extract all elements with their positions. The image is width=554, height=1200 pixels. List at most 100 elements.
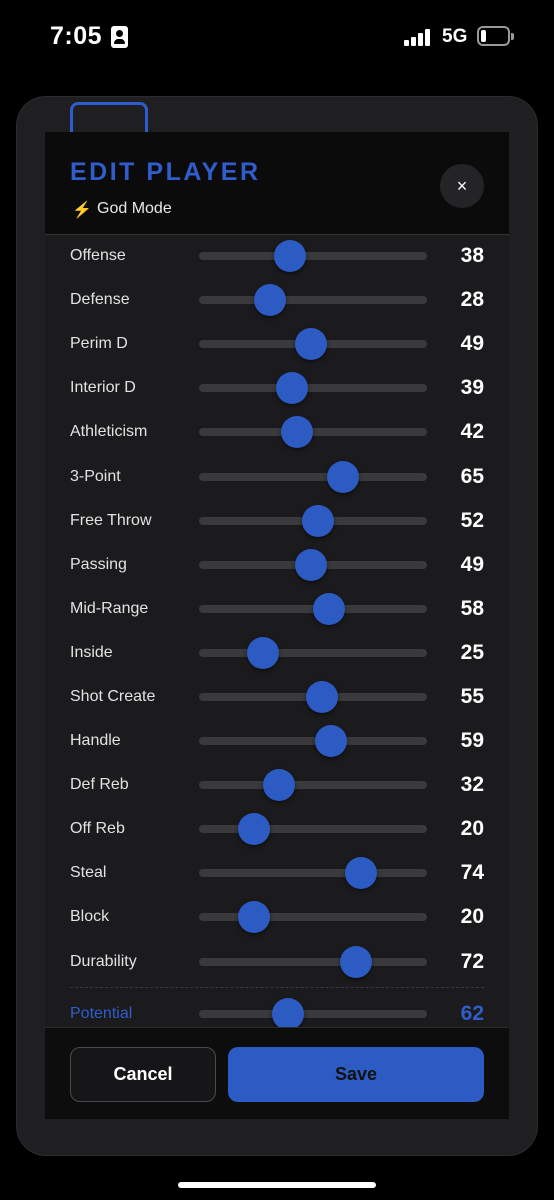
slider-thumb[interactable]: [237, 813, 270, 846]
slider-thumb[interactable]: [312, 592, 345, 625]
lightning-bolt-icon: ⚡: [72, 202, 92, 219]
attribute-slider[interactable]: [199, 997, 427, 1030]
attribute-value: 62: [460, 1001, 484, 1025]
attribute-value: 38: [460, 244, 484, 268]
attribute-slider[interactable]: [199, 901, 427, 934]
slider-thumb[interactable]: [271, 997, 304, 1030]
attribute-value: 72: [460, 949, 484, 973]
attribute-value: 39: [460, 376, 484, 400]
attribute-label: Defense: [70, 291, 130, 309]
attribute-slider[interactable]: [199, 284, 427, 317]
slider-thumb[interactable]: [294, 548, 327, 581]
slider-thumb[interactable]: [281, 416, 314, 449]
attribute-slider[interactable]: [199, 372, 427, 405]
cellular-signal-icon: [404, 28, 436, 46]
attribute-slider[interactable]: [199, 240, 427, 273]
attribute-value: 49: [460, 552, 484, 576]
attribute-value: 59: [460, 729, 484, 753]
attribute-label: Inside: [70, 643, 113, 661]
attribute-label: Block: [70, 908, 110, 926]
attribute-slider[interactable]: [199, 416, 427, 449]
slider-thumb[interactable]: [262, 769, 295, 802]
attribute-row-passing: Passing 49: [45, 543, 509, 587]
edit-player-modal: EDIT PLAYER ⚡ God Mode × Offense 38 Defens…: [45, 132, 509, 1119]
slider-thumb[interactable]: [276, 372, 309, 405]
attribute-row-athleticism: Athleticism 42: [45, 410, 509, 454]
attribute-slider[interactable]: [199, 592, 427, 625]
attribute-slider[interactable]: [199, 945, 427, 978]
attribute-value: 25: [460, 640, 484, 664]
attribute-row-offense: Offense 38: [45, 234, 509, 278]
attribute-value: 28: [460, 288, 484, 312]
attribute-value: 49: [460, 332, 484, 356]
network-type: 5G: [442, 26, 468, 47]
attribute-slider[interactable]: [199, 813, 427, 846]
attribute-row-def-reb: Def Reb 32: [45, 763, 509, 807]
attribute-slider[interactable]: [199, 636, 427, 669]
attribute-row-block: Block 20: [45, 895, 509, 939]
attribute-row-inside: Inside 25: [45, 631, 509, 675]
attribute-label: Def Reb: [70, 776, 129, 794]
attribute-value: 58: [460, 596, 484, 620]
close-button[interactable]: ×: [440, 164, 484, 208]
attribute-value: 55: [460, 684, 484, 708]
attribute-slider[interactable]: [199, 857, 427, 890]
attribute-row-handle: Handle 59: [45, 719, 509, 763]
attribute-label: Free Throw: [70, 511, 152, 529]
contact-card-icon: [111, 26, 128, 48]
slider-thumb[interactable]: [306, 680, 339, 713]
attribute-row-durability: Durability 72: [45, 940, 509, 984]
modal-footer: Cancel Save: [45, 1027, 509, 1119]
slider-thumb[interactable]: [315, 725, 348, 758]
slider-thumb[interactable]: [301, 504, 334, 537]
attribute-value: 65: [460, 464, 484, 488]
attribute-row-defense: Defense 28: [45, 278, 509, 322]
slider-thumb[interactable]: [246, 636, 279, 669]
attribute-label: Interior D: [70, 379, 136, 397]
mode-label: God Mode: [97, 200, 172, 217]
attribute-value: 42: [460, 420, 484, 444]
modal-header: EDIT PLAYER ⚡ God Mode ×: [45, 132, 509, 235]
slider-thumb[interactable]: [344, 857, 377, 890]
slider-thumb[interactable]: [326, 460, 359, 493]
attribute-row-3-point: 3-Point 65: [45, 454, 509, 498]
slider-thumb[interactable]: [253, 284, 286, 317]
attribute-row-steal: Steal 74: [45, 851, 509, 895]
attribute-label: Shot Create: [70, 687, 156, 705]
attribute-value: 20: [460, 905, 484, 929]
attribute-label: Handle: [70, 732, 121, 750]
save-button[interactable]: Save: [228, 1047, 484, 1102]
modal-title: EDIT PLAYER: [70, 158, 261, 186]
attribute-list: Offense 38 Defense 28 Perim D 49 Interior D 39 A…: [45, 234, 509, 1036]
attribute-slider[interactable]: [199, 769, 427, 802]
attribute-slider[interactable]: [199, 680, 427, 713]
attribute-row-perim-d: Perim D 49: [45, 322, 509, 366]
status-bar: 7:05 5G: [0, 0, 554, 70]
attribute-label: Mid-Range: [70, 599, 149, 617]
attribute-label: Athleticism: [70, 423, 148, 441]
attribute-slider[interactable]: [199, 460, 427, 493]
slider-thumb[interactable]: [237, 901, 270, 934]
attribute-label: Steal: [70, 864, 107, 882]
attribute-slider[interactable]: [199, 328, 427, 361]
attribute-row-off-reb: Off Reb 20: [45, 807, 509, 851]
close-icon: ×: [456, 176, 468, 196]
attribute-label: Durability: [70, 952, 137, 970]
slider-thumb[interactable]: [274, 240, 307, 273]
attribute-row-free-throw: Free Throw 52: [45, 499, 509, 543]
attribute-slider[interactable]: [199, 725, 427, 758]
attribute-value: 74: [460, 861, 484, 885]
attribute-label: Offense: [70, 247, 126, 265]
slider-thumb[interactable]: [340, 945, 373, 978]
attribute-slider[interactable]: [199, 548, 427, 581]
attribute-label: Off Reb: [70, 820, 125, 838]
battery-level: [481, 30, 486, 42]
slider-thumb[interactable]: [294, 328, 327, 361]
attribute-row-mid-range: Mid-Range 58: [45, 587, 509, 631]
attribute-label: 3-Point: [70, 467, 121, 485]
attribute-slider[interactable]: [199, 504, 427, 537]
clock: 7:05: [50, 22, 103, 50]
cancel-button[interactable]: Cancel: [70, 1047, 216, 1102]
section-divider: [70, 986, 484, 988]
attribute-label: Perim D: [70, 335, 128, 353]
